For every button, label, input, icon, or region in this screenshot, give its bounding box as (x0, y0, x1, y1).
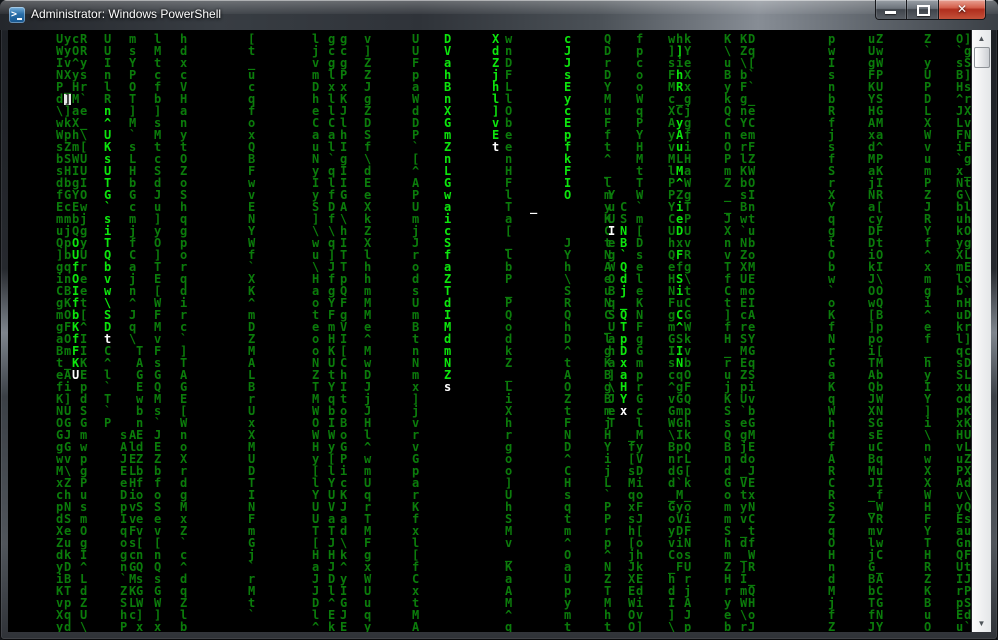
matrix-column: UUFpaWdDP`[^APUmjJrodsUmBtnNmx]jvrvGparK… (412, 33, 419, 632)
matrix-column: CSNB`Qdj_QTpDxaHYx (620, 201, 627, 417)
matrix-column: UWINPd\wWsbsdfEmuQ]giCgmgaBtefKNOGgwMxcp… (56, 33, 63, 632)
matrix-column: pwIsnbRfjsfSrXYqgtObw`oKfNrGaKqWhdfARCRS… (828, 33, 835, 632)
matrix-column: lMtcfb]sMtcSdJu]yO]TE[WFMvFsGQMs`JEZbfoS… (154, 33, 161, 632)
console-viewport[interactable]: UWINPd\wWsbsdfEmuQ]giCgmgaBtefKNOGgwMxcp… (8, 30, 972, 632)
maximize-icon (917, 5, 930, 16)
matrix-column: YuUIegWOBqSUaha]\JeT (608, 189, 615, 429)
scroll-down-button[interactable]: ▼ (972, 615, 991, 632)
matrix-column: Z`yUPDLXWvumPZJRYf^xmgi^ef_hyIY]i\nwXXWH… (924, 33, 931, 632)
matrix-column: ljvmDheCauNyIyS]\wu\HaoteooNZTMWOWHy[lYU… (312, 33, 319, 632)
window-title: Administrator: Windows PowerShell (31, 7, 221, 21)
matrix-column: gcglxllCal`qlfDf\q]JfgYFmHKUtYqbIWy[lYUV… (328, 33, 335, 632)
matrix-column: cO^yHMaXhmWIgYEbQOUfOIfbKfFKU (72, 33, 79, 381)
matrix-column: Dq[``_eCmFZWOIntuboMEoIAeYGqSivbGMEoJExN… (748, 33, 755, 632)
matrix-column: kYeXxgjgfiHaWgTPUvRg\tCGWkvbOFQphkQL[k_o… (684, 33, 691, 632)
scroll-up-button[interactable]: ▲ (972, 30, 991, 47)
minimize-icon (885, 11, 896, 14)
matrix-column: TAGEwbnEdZbfoSev[nQsGW]x (136, 345, 143, 632)
matrix-column: _f[sMqxsh[jJXEWOO (628, 429, 635, 632)
matrix-column: O`sBH^JLFi`xNGbukyXmlbnuklqsSxopxHvuPAvy… (956, 33, 963, 632)
title-bar[interactable]: > Administrator: Windows PowerShell ✕ (0, 0, 998, 30)
matrix-column: uUgFKYHAxdMajNacDDikJOw[]piTAQJXSsuBMJ__… (868, 33, 875, 632)
matrix-column: sAJEeDpIqogn`ZShP (120, 429, 127, 632)
matrix-column: yyvX_]]kpZSHbGcmjpbqnBKOFOm_Ai]UGJGv\ZhN… (64, 33, 71, 632)
scrollbar-thumb[interactable] (974, 47, 990, 68)
matrix-grid: UWINPd\wWsbsdfEmuQ]giCgmgaBtefKNOGgwMxcp… (10, 33, 970, 632)
close-icon: ✕ (939, 2, 985, 17)
matrix-column: wnDFLlObeenHFlTa[_lbP_PQodkZ_LiXhrgoo]Uh… (505, 33, 512, 632)
matrix-column: DVahBnXGmZnLGwaicSfaZTdIMdmNZs (444, 33, 451, 393)
matrix-column: [t_ucqfoxQBFwvENYWf`XK^mDZMALBrUxXMUDTIN… (248, 33, 255, 632)
matrix-column: hdxcVHanytOZoShqgporqdirc`]TAGE[WnoXrdgM… (180, 33, 187, 632)
matrix-column: w]sFMcXAyvMlPPYCUhQeHNFgmGIsc^vGW\Bndd_G… (668, 33, 675, 632)
minimize-button[interactable] (875, 0, 907, 20)
matrix-column: v]ZZJgZDSf\dEeXkZXlhhmMMe^MwDJjJHl^wmUqr… (364, 33, 371, 632)
matrix-column: h]ihR_CyAuLM^ZieDxFfSiuC^SINqgGmGIprG`My… (676, 33, 683, 573)
matrix-column: RRysr`e_\[UUIOwjgyUreet[^IIKEpdSGmwpgPus… (80, 33, 87, 632)
maximize-button[interactable] (907, 0, 939, 20)
matrix-column: gcgPxKJlhIgIIGA\hITTpQFgVI[ChItoBoGPicKJ… (340, 33, 347, 632)
matrix-column: KZ\bFgnYerlKbsBw`NZXUmEcrSMEZpU`egjd_Vty… (740, 33, 747, 632)
matrix-column: K\uBykQCnOPmZ__JXnvTfCt]fH_rujKSsQBndGom… (724, 33, 731, 632)
vertical-scrollbar[interactable]: ▲ ▼ (972, 30, 991, 632)
powershell-cursor-icon (17, 18, 22, 20)
matrix-column: UUInlRn^UKsUTG`siTQbvw\SDtC^l`T`P (104, 33, 111, 429)
matrix-column: fpcooWqPYHMtTW`m[DseleKNFgGmprGclMyVDioF… (636, 33, 643, 632)
close-button[interactable]: ✕ (939, 0, 986, 20)
powershell-icon: > (9, 7, 25, 23)
matrix-column: ]gS]srXvNFg_t\lhOgLEo`HDr]cDLudKKULZXd\Q… (964, 33, 971, 632)
matrix-column: _ (530, 201, 537, 213)
powershell-window: > Administrator: Windows PowerShell ✕ UW… (0, 0, 998, 640)
matrix-column: ZwWPUSGMa^PKIR[yFtOI\OQBpo[MbbWNGECquIfW… (876, 33, 883, 632)
matrix-column: cJJsEycEpfkFIO JYh\SRQhD^tAOZtFND^CHsqtm… (564, 33, 571, 632)
caption-buttons: ✕ (875, 0, 986, 20)
matrix-column: XdZjhl]vEt (492, 33, 499, 153)
